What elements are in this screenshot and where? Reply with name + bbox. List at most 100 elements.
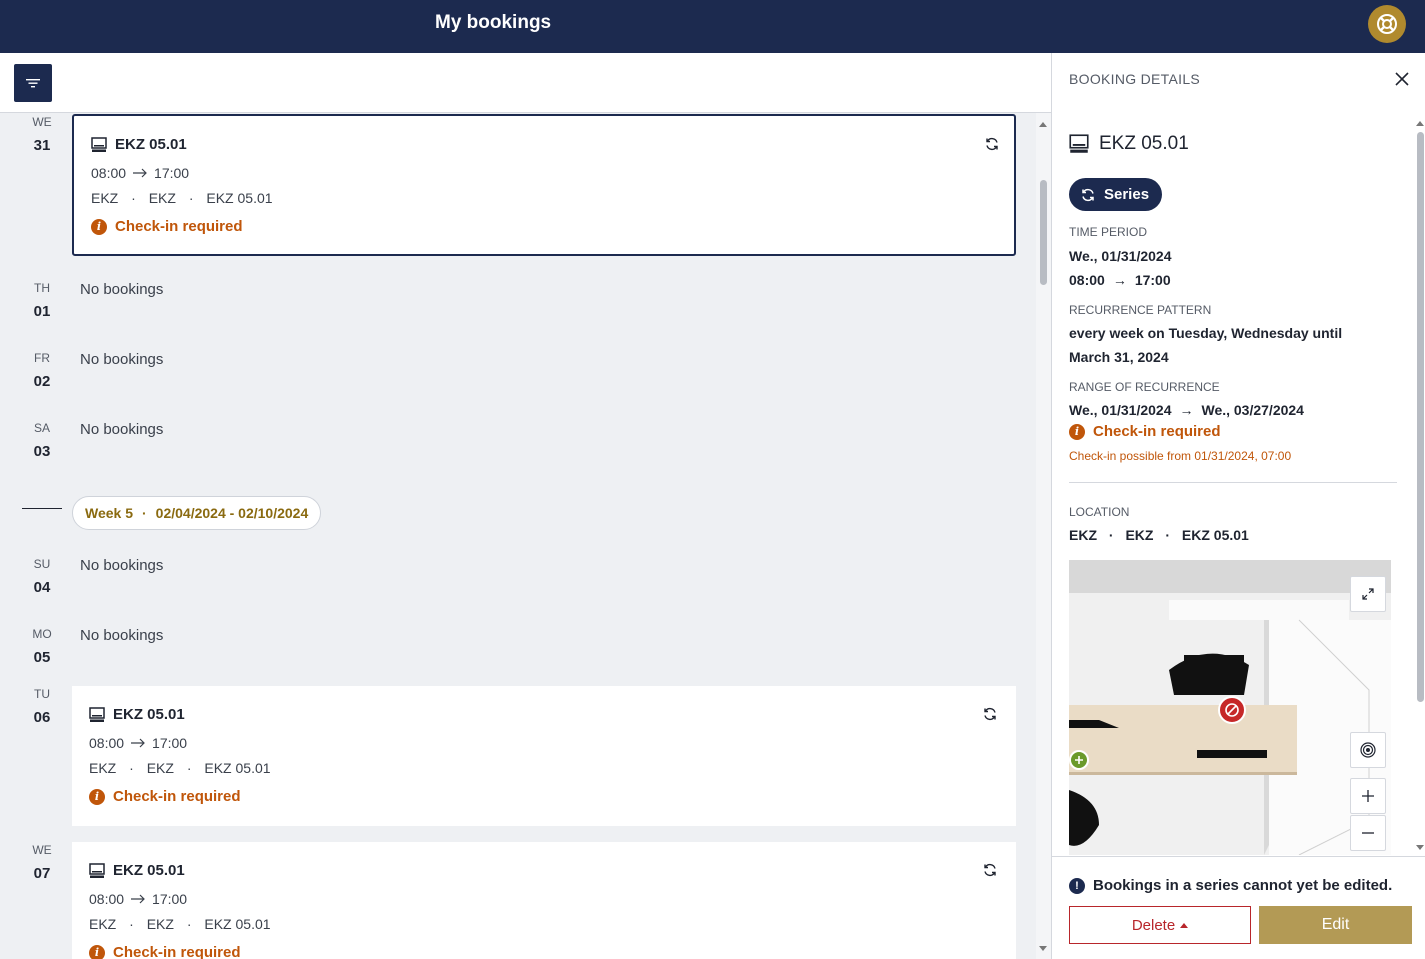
- location-desk: EKZ 05.01: [1181, 527, 1249, 543]
- time-period-date: We., 01/31/2024: [1069, 248, 1172, 264]
- note-text: Bookings in a series cannot yet be edite…: [1093, 877, 1393, 894]
- day-of-week: WE: [32, 115, 52, 129]
- location-value: EKZ · EKZ · EKZ 05.01: [1069, 523, 1249, 547]
- edit-label: Edit: [1321, 916, 1350, 933]
- day-label: TH 01: [22, 281, 62, 320]
- week-number: Week 5: [85, 505, 133, 521]
- details-footer: ! Bookings in a series cannot yet be edi…: [1052, 856, 1425, 959]
- filter-button[interactable]: [14, 64, 52, 102]
- week-divider: [22, 508, 62, 509]
- range-label: RANGE OF RECURRENCE: [1069, 380, 1220, 394]
- workstation-icon: [89, 706, 105, 722]
- week-badge: Week 5 · 02/04/2024 - 02/10/2024: [72, 496, 322, 530]
- scroll-down-arrow[interactable]: [1416, 845, 1424, 850]
- close-button[interactable]: [1392, 69, 1412, 89]
- no-bookings-text: No bookings: [80, 557, 164, 574]
- start-time: 08:00: [89, 735, 125, 751]
- details-scrollbar[interactable]: [1414, 118, 1425, 853]
- arrow-right-icon: [131, 738, 145, 748]
- day-of-week: SA: [33, 421, 50, 435]
- map-zoom-in-button[interactable]: [1350, 778, 1386, 814]
- booking-card[interactable]: EKZ 05.01 08:00 17:00 EKZ · EKZ · EKZ 05…: [72, 686, 1016, 826]
- checkin-status: i Check-in required: [89, 788, 241, 805]
- day-label: SU 04: [22, 557, 62, 596]
- target-icon: [1360, 742, 1376, 758]
- arrow-right-icon: →: [1179, 402, 1194, 418]
- scroll-up-arrow[interactable]: [1416, 121, 1424, 126]
- time-period-hours: 08:00 → 17:00: [1069, 268, 1171, 292]
- checkin-text: Check-in required: [115, 218, 243, 235]
- delete-button[interactable]: Delete: [1069, 906, 1251, 944]
- recurrence-line: March 31, 2024: [1069, 349, 1169, 365]
- range-end: We., 03/27/2024: [1201, 402, 1304, 418]
- booking-card[interactable]: EKZ 05.01 08:00 17:00 EKZ · EKZ · EKZ 05…: [72, 842, 1016, 959]
- separator: ·: [129, 760, 134, 776]
- delete-label: Delete: [1131, 916, 1176, 934]
- expand-icon: [1362, 588, 1374, 600]
- recurrence-pattern-value: every week on Tuesday, Wednesday until M…: [1069, 321, 1399, 369]
- map-expand-button[interactable]: [1350, 576, 1386, 612]
- checkin-text: Check-in required: [1093, 423, 1221, 440]
- booking-title: EKZ 05.01: [89, 862, 185, 879]
- day-label: WE 31: [22, 115, 62, 154]
- location-desk: EKZ 05.01: [206, 190, 273, 206]
- day-number: 05: [33, 649, 51, 666]
- booking-card[interactable]: EKZ 05.01 08:00 17:00 EKZ · EKZ · EKZ 05…: [72, 114, 1016, 256]
- series-badge: Series: [1069, 178, 1163, 211]
- booking-name: EKZ 05.01: [113, 862, 185, 879]
- separator: ·: [129, 916, 134, 932]
- start-time: 08:00: [89, 891, 125, 907]
- day-label: SA 03: [22, 421, 62, 460]
- day-number: 03: [33, 443, 51, 460]
- list-scrollbar[interactable]: [1036, 113, 1051, 959]
- floor-map[interactable]: [1069, 560, 1391, 855]
- day-number: 04: [33, 579, 51, 596]
- edit-button[interactable]: Edit: [1259, 906, 1412, 944]
- avatar[interactable]: [1368, 5, 1406, 43]
- booking-location: EKZ · EKZ · EKZ 05.01: [89, 760, 271, 776]
- day-number: 06: [33, 709, 51, 726]
- workstation-icon: [91, 136, 107, 152]
- filter-bar: [0, 53, 1051, 113]
- map-zoom-out-button[interactable]: [1350, 815, 1386, 851]
- checkin-possible-text: Check-in possible from 01/31/2024, 07:00: [1069, 449, 1292, 463]
- location-floor: EKZ: [1125, 527, 1154, 543]
- separator: ·: [131, 190, 136, 206]
- separator: ·: [1108, 527, 1114, 543]
- top-bar: My bookings: [0, 0, 1425, 53]
- separator: ·: [1165, 527, 1171, 543]
- scroll-thumb[interactable]: [1040, 180, 1047, 285]
- info-icon: i: [91, 218, 107, 235]
- day-number: 01: [33, 303, 51, 320]
- map-locate-button[interactable]: [1350, 732, 1386, 768]
- separator: ·: [188, 190, 194, 206]
- start-time: 08:00: [91, 165, 127, 181]
- booking-time: 08:00 17:00: [89, 891, 187, 907]
- info-icon: i: [1069, 423, 1085, 440]
- day-number: 31: [33, 137, 51, 154]
- divider: [1069, 482, 1397, 483]
- no-bookings-text: No bookings: [80, 281, 164, 298]
- no-bookings-text: No bookings: [80, 351, 164, 368]
- page-title: My bookings: [435, 12, 552, 33]
- close-icon: [1395, 72, 1409, 86]
- scroll-up-arrow[interactable]: [1039, 122, 1047, 127]
- details-name: EKZ 05.01: [1099, 133, 1189, 154]
- start-time: 08:00: [1069, 272, 1105, 288]
- end-time: 17:00: [154, 165, 190, 181]
- day-number: 02: [33, 373, 51, 390]
- day-of-week: MO: [32, 627, 52, 641]
- booking-time: 08:00 17:00: [89, 735, 187, 751]
- scroll-thumb[interactable]: [1417, 132, 1424, 702]
- location-floor: EKZ: [146, 916, 174, 932]
- location-desk: EKZ 05.01: [204, 916, 271, 932]
- workstation-icon: [1069, 134, 1089, 153]
- booking-name: EKZ 05.01: [113, 706, 185, 723]
- checkin-status: i Check-in required: [1069, 423, 1221, 440]
- location-floor: EKZ: [146, 760, 174, 776]
- location-building: EKZ: [89, 760, 117, 776]
- booking-title: EKZ 05.01: [89, 706, 185, 723]
- scroll-down-arrow[interactable]: [1039, 946, 1047, 951]
- series-edit-note: ! Bookings in a series cannot yet be edi…: [1069, 877, 1392, 894]
- day-of-week: SU: [33, 557, 51, 571]
